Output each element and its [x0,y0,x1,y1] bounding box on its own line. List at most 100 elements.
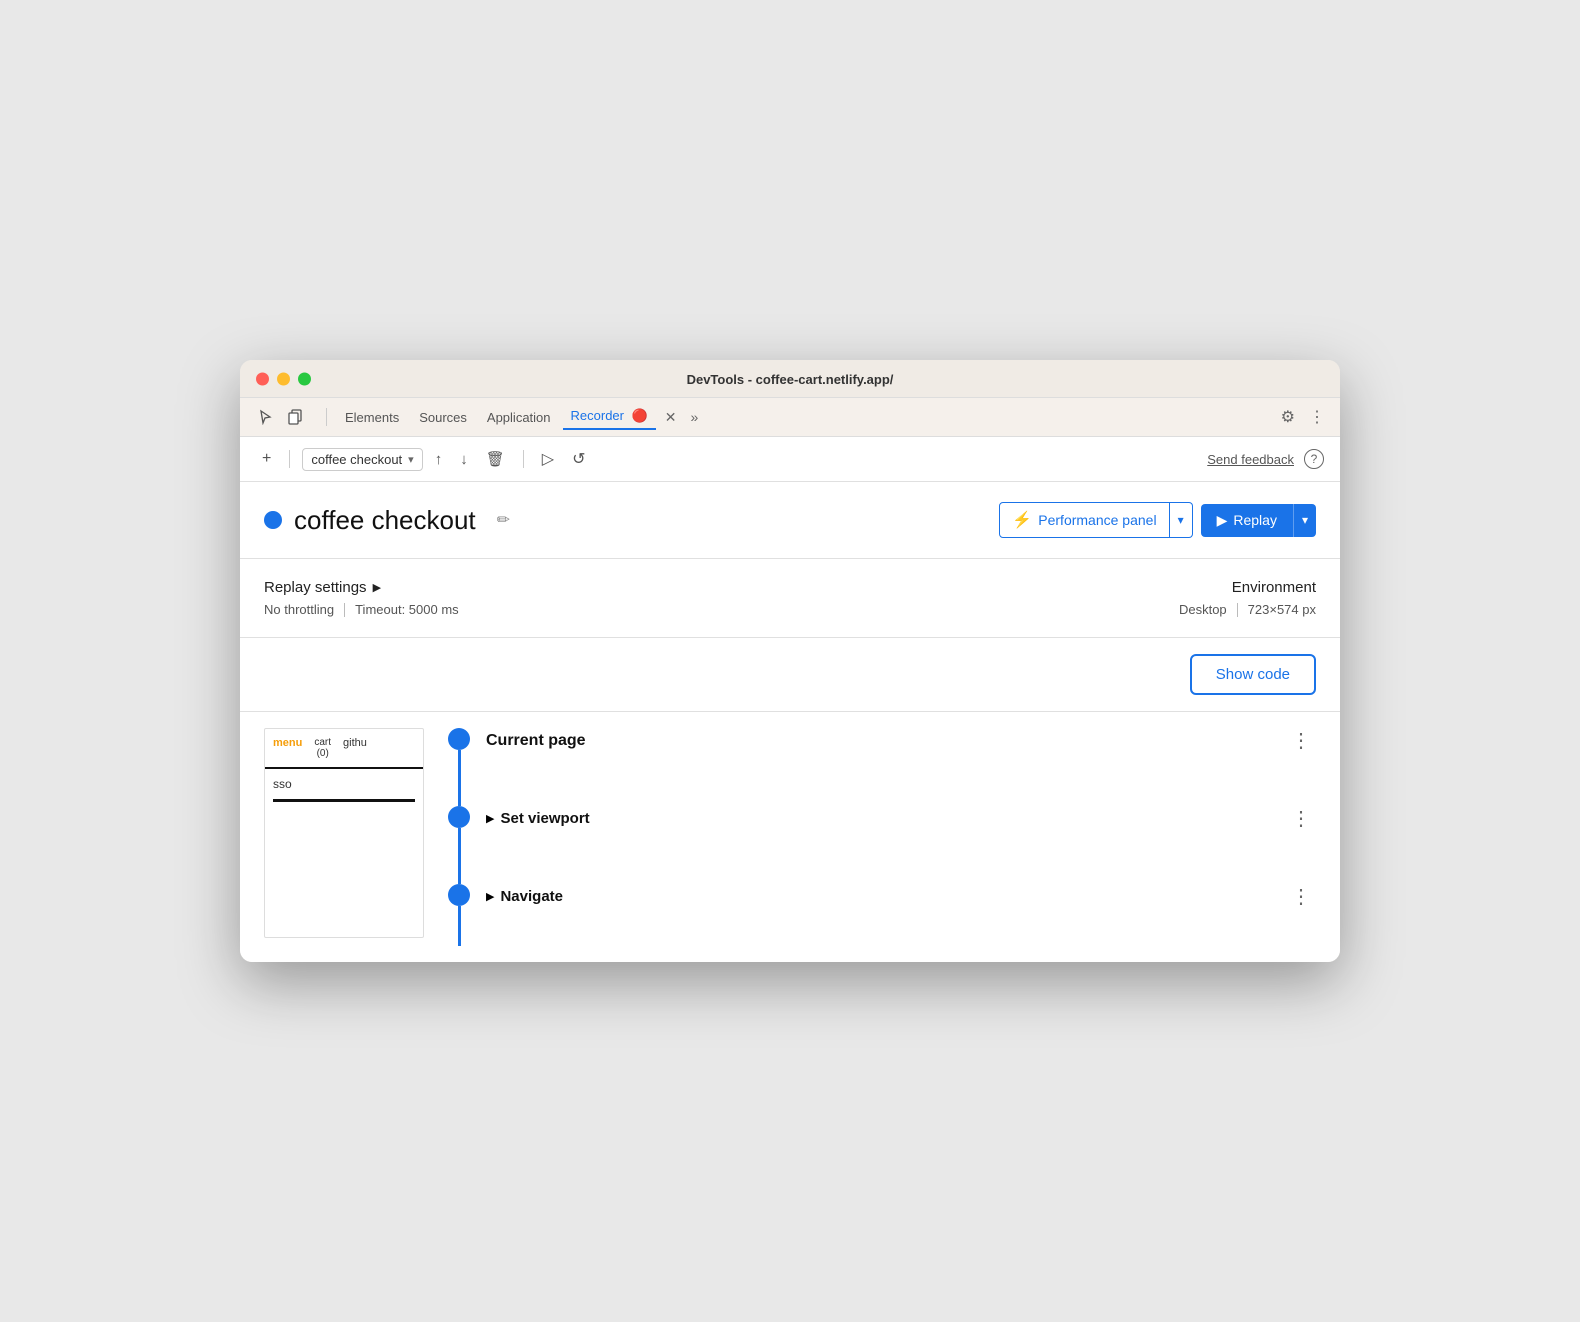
steps-with-preview: menu cart(0) githu sso [264,728,1316,946]
minimize-button[interactable] [277,372,290,385]
preview-empty-area [273,810,415,860]
recording-selector-dropdown[interactable]: coffee checkout ▾ [302,448,422,471]
recorder-icon: 🔴 [632,408,648,423]
step-3-timeline [448,884,470,946]
page-preview: menu cart(0) githu sso [264,728,424,938]
performance-panel-dropdown-button[interactable]: ▾ [1170,502,1193,538]
step-3-dot [448,884,470,906]
step-current-page-row: Current page ⋮ [448,728,1316,806]
nav-icon-group [252,406,308,428]
performance-icon: ⚡ [1012,510,1032,530]
performance-panel-group: ⚡ Performance panel ▾ [999,502,1192,538]
add-recording-button[interactable]: + [256,446,277,472]
show-code-button[interactable]: Show code [1190,654,1316,695]
trash-icon: 🗑 [486,450,505,468]
step-3-connector [458,906,461,946]
step-2-connector [458,828,461,884]
recording-title: coffee checkout [294,505,476,536]
step-set-viewport-row: ▶ Set viewport ⋮ [448,806,1316,884]
recorder-toolbar: + coffee checkout ▾ ↑ ↓ 🗑 ▷ ↺ Send feedb… [240,437,1340,482]
performance-panel-button[interactable]: ⚡ Performance panel [999,502,1169,538]
close-button[interactable] [256,372,269,385]
nav-toolbar: Elements Sources Application Recorder 🔴 … [240,398,1340,437]
step-1-dot [448,728,470,750]
settings-right: Environment Desktop 723×574 px [790,579,1316,617]
settings-icon-button[interactable]: ⚙ [1278,404,1298,430]
tab-elements[interactable]: Elements [337,406,407,429]
timeout-label: Timeout: 5000 ms [355,602,459,617]
title-bar: DevTools - coffee-cart.netlify.app/ [240,360,1340,398]
tab-application[interactable]: Application [479,406,559,429]
window-title: DevTools - coffee-cart.netlify.app/ [687,372,894,387]
preview-content-area: sso [265,769,423,868]
show-code-section: Show code [240,638,1340,712]
import-button[interactable]: ↓ [454,447,474,472]
replay-dropdown-button[interactable]: ▾ [1293,504,1316,537]
cursor-icon-button[interactable] [252,406,278,428]
edit-title-button[interactable]: ✏ [492,507,515,533]
recorder-toolbar-divider [289,450,290,468]
copy-icon [287,409,303,425]
close-tab-button[interactable]: ✕ [660,406,682,429]
copy-icon-button[interactable] [282,406,308,428]
delete-button[interactable]: 🗑 [480,446,511,472]
maximize-button[interactable] [298,372,311,385]
recording-name: coffee checkout [311,452,402,467]
replay-settings-toggle[interactable]: Replay settings ▶ [264,579,790,596]
step-1-more-button[interactable]: ⋮ [1287,728,1316,753]
step-set-viewport-title: Set viewport [500,810,589,827]
help-icon-button[interactable]: ? [1304,449,1324,469]
preview-github-label: githu [343,737,367,759]
more-tabs-button[interactable]: » [686,406,704,428]
preview-nav-bar: menu cart(0) githu [265,729,423,769]
upload-icon: ↑ [435,451,443,468]
header-actions: ⚡ Performance panel ▾ ▶ Replay ▾ [999,502,1316,538]
step-2-more-button[interactable]: ⋮ [1287,806,1316,831]
preview-cart-label: cart(0) [314,737,331,759]
settings-left: Replay settings ▶ No throttling Timeout:… [264,579,790,617]
replay-anim-icon: ↺ [572,449,585,469]
settings-details: No throttling Timeout: 5000 ms [264,602,790,617]
env-size-label: 723×574 px [1248,602,1316,617]
step-2-expand-icon: ▶ [486,812,494,825]
env-type-label: Desktop [1179,602,1227,617]
step-navigate-row: ▶ Navigate ⋮ [448,884,1316,946]
step-2-dot [448,806,470,828]
preview-menu-label: menu [273,737,302,759]
export-button[interactable]: ↑ [429,447,449,472]
preview-esso-text: sso [273,777,415,791]
step-2-content: ▶ Set viewport ⋮ [486,806,1316,831]
plus-icon: + [262,450,271,468]
step-through-button[interactable]: ▷ [536,445,560,473]
more-options-button[interactable]: ⋮ [1306,404,1328,430]
perf-chevron-icon: ▾ [1178,513,1184,527]
dropdown-chevron-icon: ▾ [408,453,414,466]
replay-anim-button[interactable]: ↺ [566,445,591,473]
step-navigate-title: Navigate [500,888,563,905]
cursor-icon [257,409,273,425]
step-icon: ▷ [542,449,554,469]
step-3-more-button[interactable]: ⋮ [1287,884,1316,909]
traffic-lights [256,372,311,385]
step-2-timeline [448,806,470,884]
recording-header: coffee checkout ✏ ⚡ Performance panel ▾ … [240,482,1340,559]
send-feedback-button[interactable]: Send feedback [1207,452,1294,467]
environment-details: Desktop 723×574 px [790,602,1316,617]
main-content: coffee checkout ✏ ⚡ Performance panel ▾ … [240,482,1340,962]
replay-group: ▶ Replay ▾ [1201,504,1316,537]
step-3-expand-icon: ▶ [486,890,494,903]
step-1-timeline [448,728,470,806]
settings-arrow-icon: ▶ [373,581,381,594]
toolbar-right-group: Send feedback ? [1207,449,1324,469]
toolbar-divider-1 [326,408,327,426]
vertical-dots-icon: ⋮ [1309,407,1325,427]
replay-play-icon: ▶ [1217,512,1228,529]
replay-chevron-icon: ▾ [1302,513,1308,527]
replay-button[interactable]: ▶ Replay [1201,504,1293,537]
steps-timeline: Current page ⋮ ▶ Set viewport [448,728,1316,946]
tab-sources[interactable]: Sources [411,406,475,429]
gear-icon: ⚙ [1281,407,1295,427]
tab-recorder[interactable]: Recorder 🔴 [563,404,656,430]
toolbar-right: ⚙ ⋮ [1278,404,1328,430]
devtools-window: DevTools - coffee-cart.netlify.app/ Elem… [240,360,1340,962]
